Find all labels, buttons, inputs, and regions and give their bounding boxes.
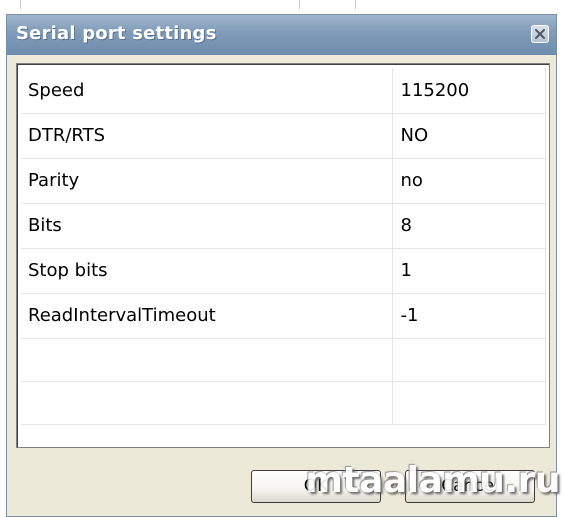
background-divider [20, 0, 21, 9]
empty-cell[interactable] [392, 381, 546, 425]
setting-name: ReadIntervalTimeout [21, 293, 393, 339]
serial-port-settings-dialog: Serial port settings Speed 115200 DTR/RT… [6, 14, 557, 517]
table-row[interactable]: ReadIntervalTimeout -1 [21, 293, 546, 339]
setting-name: DTR/RTS [21, 113, 393, 159]
table-row[interactable]: Bits 8 [21, 203, 546, 249]
close-icon [535, 29, 545, 39]
setting-name: Bits [21, 203, 393, 249]
screenshot: Serial port settings Speed 115200 DTR/RT… [0, 0, 564, 517]
empty-cell [21, 338, 393, 382]
table-row[interactable]: Parity no [21, 158, 546, 204]
setting-name: Stop bits [21, 248, 393, 294]
background-divider [299, 0, 300, 9]
watermark-text: mtaalamu.ru [305, 460, 560, 501]
settings-grid[interactable]: Speed 115200 DTR/RTS NO Parity no Bits 8 [16, 63, 550, 448]
table-row[interactable]: Speed 115200 [21, 68, 546, 114]
empty-cell[interactable] [392, 338, 546, 382]
setting-value[interactable]: no [392, 158, 546, 204]
setting-value[interactable]: NO [392, 113, 546, 159]
close-button[interactable] [531, 25, 549, 43]
empty-cell [21, 381, 393, 425]
dialog-title: Serial port settings [16, 23, 217, 44]
background-window-edge [0, 0, 564, 10]
setting-value[interactable]: 1 [392, 248, 546, 294]
settings-table: Speed 115200 DTR/RTS NO Parity no Bits 8 [21, 68, 546, 425]
empty-table-row[interactable] [21, 381, 546, 425]
dialog-titlebar[interactable]: Serial port settings [7, 15, 556, 55]
setting-value[interactable]: 8 [392, 203, 546, 249]
setting-value[interactable]: 115200 [392, 68, 546, 114]
setting-name: Parity [21, 158, 393, 204]
table-row[interactable]: Stop bits 1 [21, 248, 546, 294]
background-divider [355, 0, 356, 9]
empty-table-row[interactable] [21, 338, 546, 382]
setting-value[interactable]: -1 [392, 293, 546, 339]
table-row[interactable]: DTR/RTS NO [21, 113, 546, 159]
setting-name: Speed [21, 68, 393, 114]
